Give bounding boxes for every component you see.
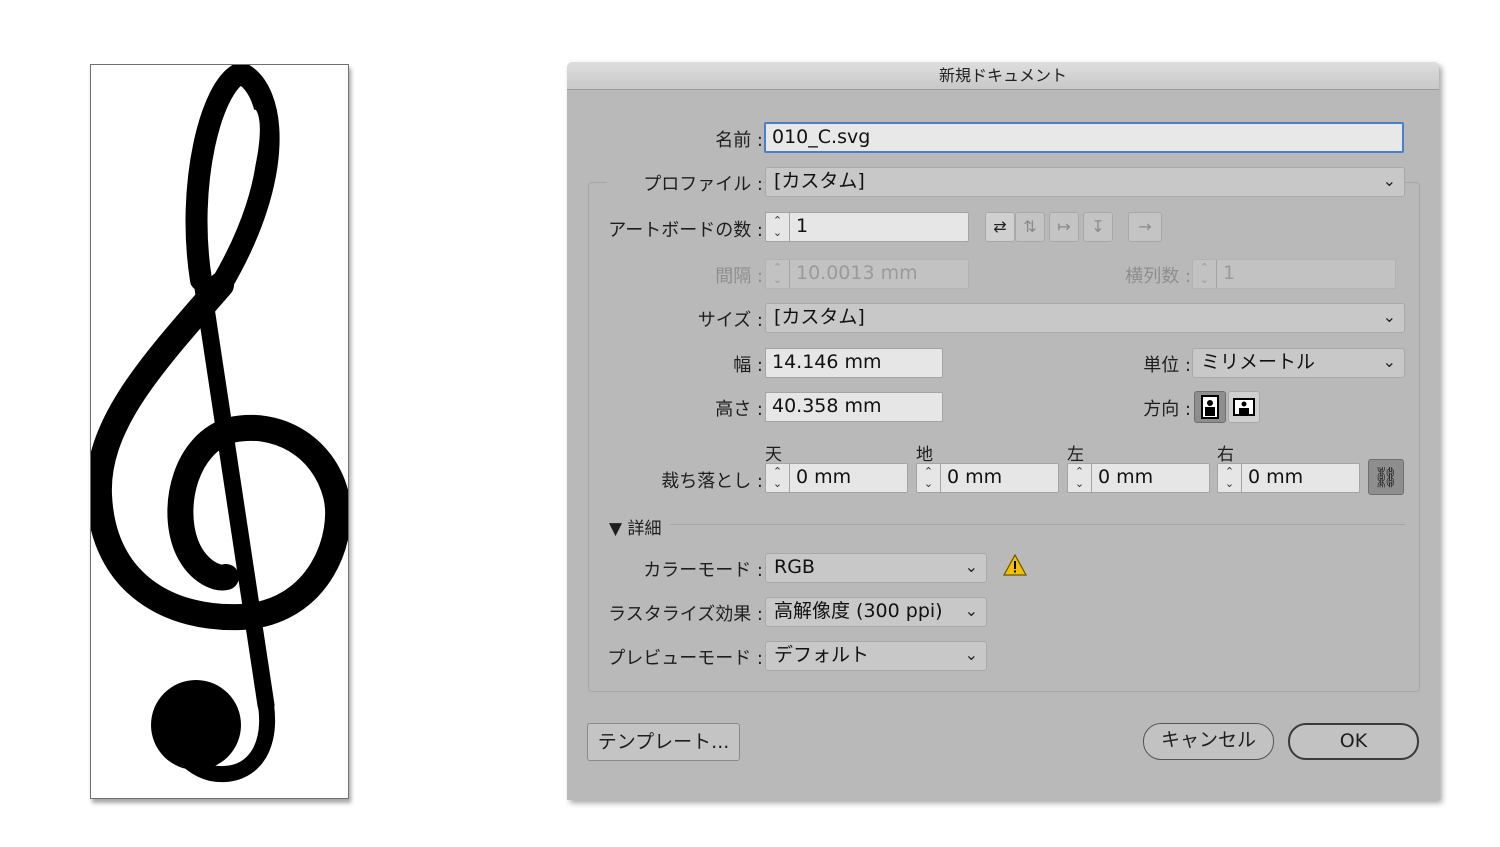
bleed-top-value: 0 mm — [796, 466, 852, 488]
bleed-bottom-label: 地 — [916, 445, 933, 465]
units-label: 単位 : — [1143, 355, 1191, 376]
spacing-label: 間隔 : — [715, 266, 763, 287]
bleed-right-stepper[interactable]: ⌃ ⌄ — [1218, 464, 1242, 492]
size-select[interactable]: [カスタム] ⌄ — [765, 303, 1405, 333]
chevron-down-icon: ⌄ — [964, 601, 978, 620]
raster-effects-select[interactable]: 高解像度 (300 ppi) ⌄ — [765, 597, 987, 627]
columns-value: 1 — [1223, 262, 1236, 284]
bleed-right-input[interactable]: ⌃ ⌄ 0 mm — [1217, 463, 1360, 493]
bleed-left-label: 左 — [1067, 445, 1084, 465]
bleed-label: 裁ち落とし : — [661, 471, 763, 492]
advanced-toggle[interactable]: ▼ 詳細 — [609, 514, 661, 539]
new-document-dialog: 新規ドキュメント 名前 : 010_C.svg プロファイル : [カスタム] … — [567, 62, 1439, 800]
columns-input[interactable]: ⌃ ⌄ 1 — [1192, 259, 1396, 289]
width-label: 幅 : — [733, 355, 763, 376]
name-input[interactable]: 010_C.svg — [764, 122, 1404, 153]
templates-button[interactable]: テンプレート... — [587, 723, 740, 761]
chevron-down-icon: ⌄ — [1382, 171, 1396, 190]
grid-by-row-icon[interactable]: ⇄ — [985, 212, 1015, 242]
size-value: [カスタム] — [774, 306, 865, 328]
bleed-top-label: 天 — [765, 445, 782, 465]
landscape-icon — [1233, 398, 1255, 416]
artboards-input[interactable]: ⌃ ⌄ 1 — [765, 212, 969, 242]
warning-icon — [1003, 554, 1027, 576]
color-mode-label: カラーモード : — [643, 560, 763, 581]
artboards-label: アートボードの数 : — [608, 220, 763, 241]
arrange-by-column-icon[interactable]: ↧ — [1083, 212, 1113, 242]
chevron-down-icon: ⌄ — [1382, 307, 1396, 326]
size-label: サイズ : — [697, 310, 763, 331]
profile-label: プロファイル : — [607, 170, 763, 196]
bleed-left-input[interactable]: ⌃ ⌄ 0 mm — [1067, 463, 1210, 493]
treble-clef-icon — [91, 65, 348, 783]
grid-by-column-icon[interactable]: ⇅ — [1015, 212, 1045, 242]
width-input[interactable]: 14.146 mm — [765, 348, 943, 378]
chevron-down-icon: ⌄ — [1382, 352, 1396, 371]
bleed-bottom-input[interactable]: ⌃ ⌄ 0 mm — [916, 463, 1059, 493]
columns-stepper[interactable]: ⌃ ⌄ — [1193, 260, 1217, 288]
advanced-label: 詳細 — [627, 519, 662, 539]
chevron-down-icon: ⌄ — [964, 557, 978, 576]
spacing-stepper[interactable]: ⌃ ⌄ — [766, 260, 790, 288]
orientation-label: 方向 : — [1143, 399, 1191, 420]
preview-mode-value: デフォルト — [774, 644, 870, 666]
units-value: ミリメートル — [1201, 351, 1316, 373]
bleed-top-stepper[interactable]: ⌃ ⌄ — [766, 464, 790, 492]
landscape-orientation-button[interactable] — [1228, 391, 1260, 423]
bleed-top-input[interactable]: ⌃ ⌄ 0 mm — [765, 463, 908, 493]
profile-select[interactable]: [カスタム] ⌄ — [765, 167, 1405, 197]
profile-value: [カスタム] — [774, 170, 865, 192]
bleed-bottom-stepper[interactable]: ⌃ ⌄ — [917, 464, 941, 492]
portrait-orientation-button[interactable] — [1194, 391, 1226, 423]
raster-effects-value: 高解像度 (300 ppi) — [774, 600, 943, 622]
color-mode-value: RGB — [774, 556, 815, 578]
bleed-right-value: 0 mm — [1248, 466, 1304, 488]
bleed-bottom-value: 0 mm — [947, 466, 1003, 488]
color-mode-select[interactable]: RGB ⌄ — [765, 553, 987, 583]
left-to-right-arrow-icon[interactable]: → — [1128, 212, 1162, 242]
preview-mode-select[interactable]: デフォルト ⌄ — [765, 641, 987, 671]
columns-label: 横列数 : — [1125, 266, 1191, 287]
advanced-divider — [670, 524, 1405, 525]
artboards-value: 1 — [796, 215, 809, 237]
artboards-stepper[interactable]: ⌃ ⌄ — [766, 213, 790, 241]
name-label: 名前 : — [715, 130, 763, 151]
disclosure-triangle-icon: ▼ — [609, 519, 623, 539]
spacing-value: 10.0013 mm — [796, 262, 918, 284]
preview-mode-label: プレビューモード : — [607, 648, 763, 669]
bleed-left-stepper[interactable]: ⌃ ⌄ — [1068, 464, 1092, 492]
ok-button[interactable]: OK — [1288, 723, 1419, 760]
units-select[interactable]: ミリメートル ⌄ — [1192, 348, 1405, 378]
height-label: 高さ : — [715, 399, 763, 420]
bleed-left-value: 0 mm — [1098, 466, 1154, 488]
height-input[interactable]: 40.358 mm — [765, 392, 943, 422]
dialog-title: 新規ドキュメント — [567, 62, 1439, 90]
spacing-input[interactable]: ⌃ ⌄ 10.0013 mm — [765, 259, 969, 289]
cancel-button[interactable]: キャンセル — [1143, 723, 1274, 760]
link-icon[interactable]: ⛓ — [1368, 459, 1404, 495]
raster-effects-label: ラスタライズ効果 : — [608, 604, 763, 625]
arrange-by-row-icon[interactable]: ↦ — [1049, 212, 1079, 242]
chevron-down-icon: ⌄ — [964, 645, 978, 664]
artboard-preview — [90, 64, 349, 799]
bleed-right-label: 右 — [1217, 445, 1234, 465]
portrait-icon — [1201, 395, 1219, 419]
